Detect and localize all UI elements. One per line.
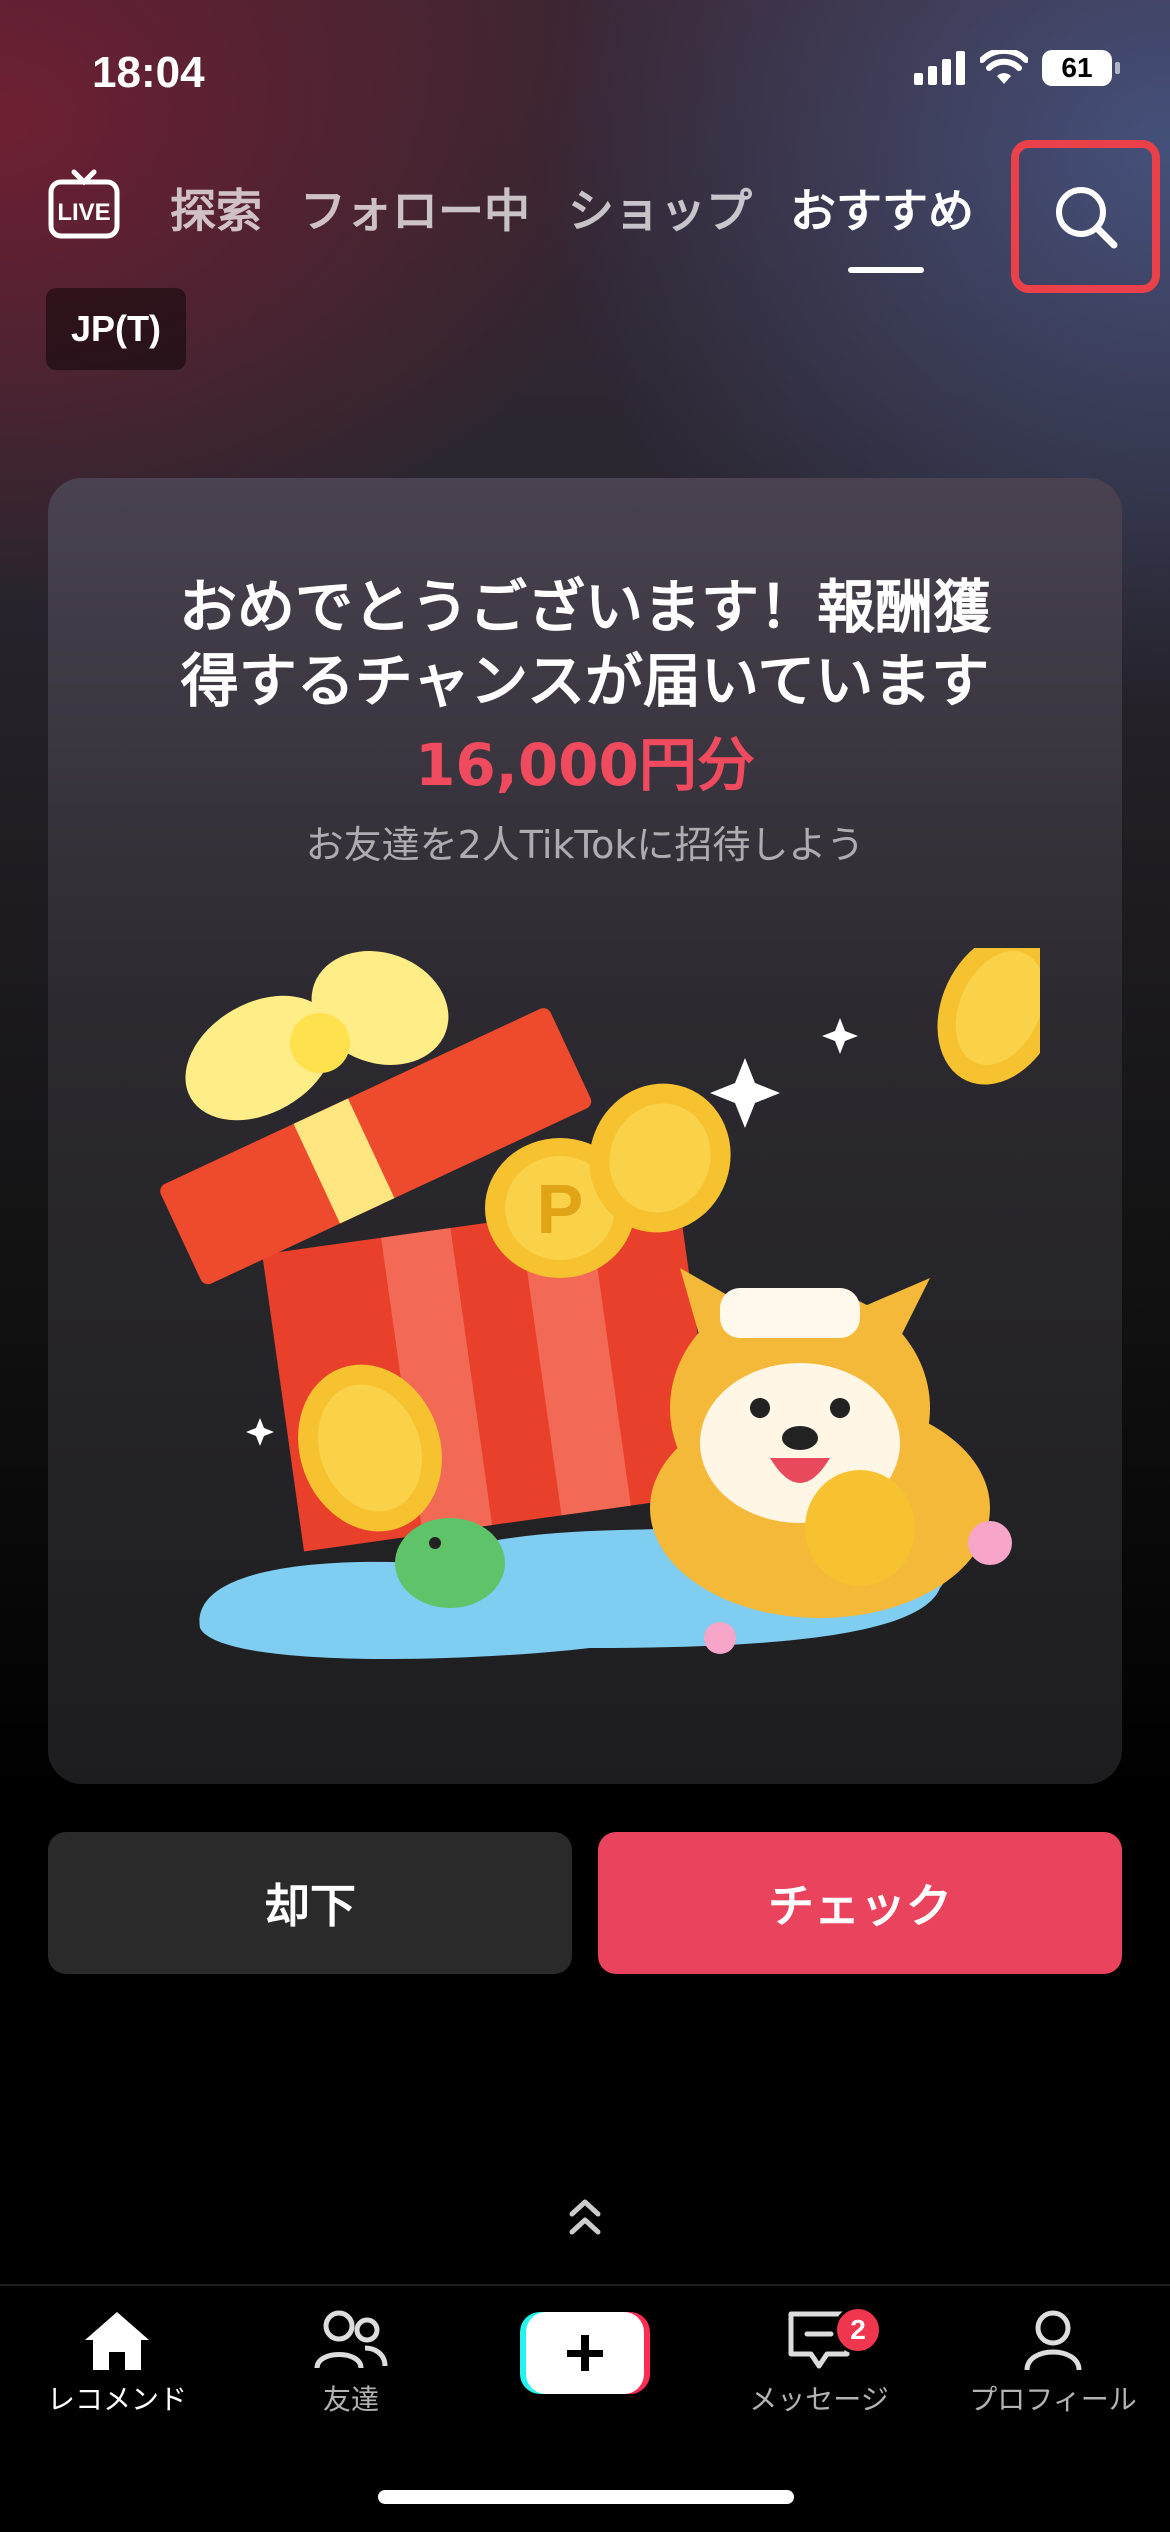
home-indicator xyxy=(378,2490,794,2504)
card-title-line-2: 得するチャンスが届いています xyxy=(180,647,990,715)
check-button[interactable]: チェック xyxy=(598,1832,1122,1974)
tab-for-you[interactable]: おすすめ xyxy=(790,175,974,273)
card-title: おめでとうございます！報酬獲 得するチャンスが届いています xyxy=(48,570,1122,718)
flower-icon xyxy=(704,1622,736,1654)
nav-label-profile: プロフィール xyxy=(969,2383,1137,2416)
cellular-signal-icon xyxy=(914,51,965,85)
search-icon xyxy=(1055,186,1117,248)
search-button[interactable] xyxy=(1011,140,1160,293)
sparkle-icon xyxy=(822,1018,858,1054)
tv-live-icon: LIVE xyxy=(48,169,120,239)
status-time: 18:04 xyxy=(92,48,205,97)
nav-item-messages[interactable]: メッセージ xyxy=(702,2286,936,2446)
shiba-dog-icon xyxy=(650,1268,990,1618)
nav-item-home[interactable]: レコメンド xyxy=(0,2286,234,2446)
create-plus-button[interactable] xyxy=(520,2312,650,2394)
nav-item-profile[interactable]: プロフィール xyxy=(936,2286,1170,2446)
card-subtitle: お友達を2人TikTokに招待しよう xyxy=(305,823,865,867)
reward-amount: 16,000円分 xyxy=(415,731,755,799)
tab-following[interactable]: フォロー中 xyxy=(300,175,530,241)
nav-label-friends: 友達 xyxy=(322,2383,379,2416)
double-chevron-up-icon[interactable] xyxy=(568,2196,602,2240)
tab-explore[interactable]: 探索 xyxy=(170,175,262,241)
battery-indicator: 61 xyxy=(1042,50,1120,86)
live-icon[interactable]: LIVE xyxy=(48,168,120,240)
nav-label-messages: メッセージ xyxy=(749,2383,889,2416)
bird-icon xyxy=(395,1518,505,1608)
status-icons: 61 xyxy=(914,50,1120,86)
friends-icon xyxy=(314,2310,388,2369)
coin-letter: P xyxy=(537,1170,584,1248)
nav-label-home: レコメンド xyxy=(46,2383,187,2416)
coin-icon xyxy=(937,948,1040,1085)
top-nav-tabs: 探索 フォロー中 ショップ おすすめ xyxy=(170,175,974,273)
home-icon xyxy=(85,2312,149,2370)
nav-item-friends[interactable]: 友達 xyxy=(234,2286,468,2446)
live-label: LIVE xyxy=(57,199,110,226)
flower-icon xyxy=(968,1521,1012,1565)
reward-popup-card: おめでとうございます！報酬獲 得するチャンスが届いています 16,000円分 お… xyxy=(48,478,1122,1784)
message-count-badge: 2 xyxy=(834,2306,882,2354)
card-title-line-1: おめでとうございます！報酬獲 xyxy=(178,573,991,641)
wifi-icon xyxy=(980,50,1028,84)
gift-box-shiba-illustration: P xyxy=(160,948,1040,1660)
bottom-nav: レコメンド 友達 メッセージ 2 プロフィール xyxy=(0,2284,1170,2532)
dismiss-button[interactable]: 却下 xyxy=(48,1832,572,1974)
region-badge: JP(T) xyxy=(46,288,186,370)
sparkle-icon xyxy=(246,1418,274,1446)
tab-shop[interactable]: ショップ xyxy=(568,175,752,241)
profile-icon xyxy=(1024,2310,1082,2371)
